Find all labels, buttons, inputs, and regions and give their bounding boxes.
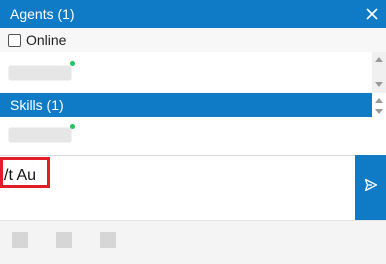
- scroll-down-icon[interactable]: [375, 109, 383, 114]
- scroll-down-icon[interactable]: [375, 82, 383, 87]
- skill-chip[interactable]: [8, 127, 72, 143]
- online-status-dot: [70, 61, 75, 66]
- scroll-up-icon[interactable]: [375, 57, 383, 62]
- skills-header[interactable]: Skills (1): [0, 93, 372, 117]
- toolbar-button-2[interactable]: [56, 232, 72, 248]
- online-checkbox[interactable]: [8, 33, 21, 47]
- bottom-toolbar: [0, 220, 386, 264]
- skills-list: [0, 117, 372, 155]
- agents-header[interactable]: Agents (1): [0, 0, 386, 28]
- toolbar-button-3[interactable]: [100, 232, 116, 248]
- agent-chip[interactable]: [8, 65, 72, 81]
- close-icon[interactable]: [362, 4, 382, 24]
- toolbar-button-1[interactable]: [12, 232, 28, 248]
- message-input[interactable]: [4, 162, 344, 190]
- agents-list: [0, 52, 372, 92]
- online-status-dot: [70, 124, 75, 129]
- scroll-up-icon[interactable]: [375, 98, 383, 103]
- chat-panel: Agents (1) Online Skills (1): [0, 0, 386, 264]
- online-label[interactable]: Online: [26, 32, 66, 48]
- send-icon: [364, 178, 378, 197]
- agents-header-title: Agents (1): [10, 6, 75, 22]
- skills-scrollbar[interactable]: [372, 93, 386, 155]
- skills-header-title: Skills (1): [10, 97, 64, 113]
- online-filter-row: Online: [0, 28, 386, 52]
- compose-area: [0, 155, 355, 220]
- send-button[interactable]: [355, 155, 386, 220]
